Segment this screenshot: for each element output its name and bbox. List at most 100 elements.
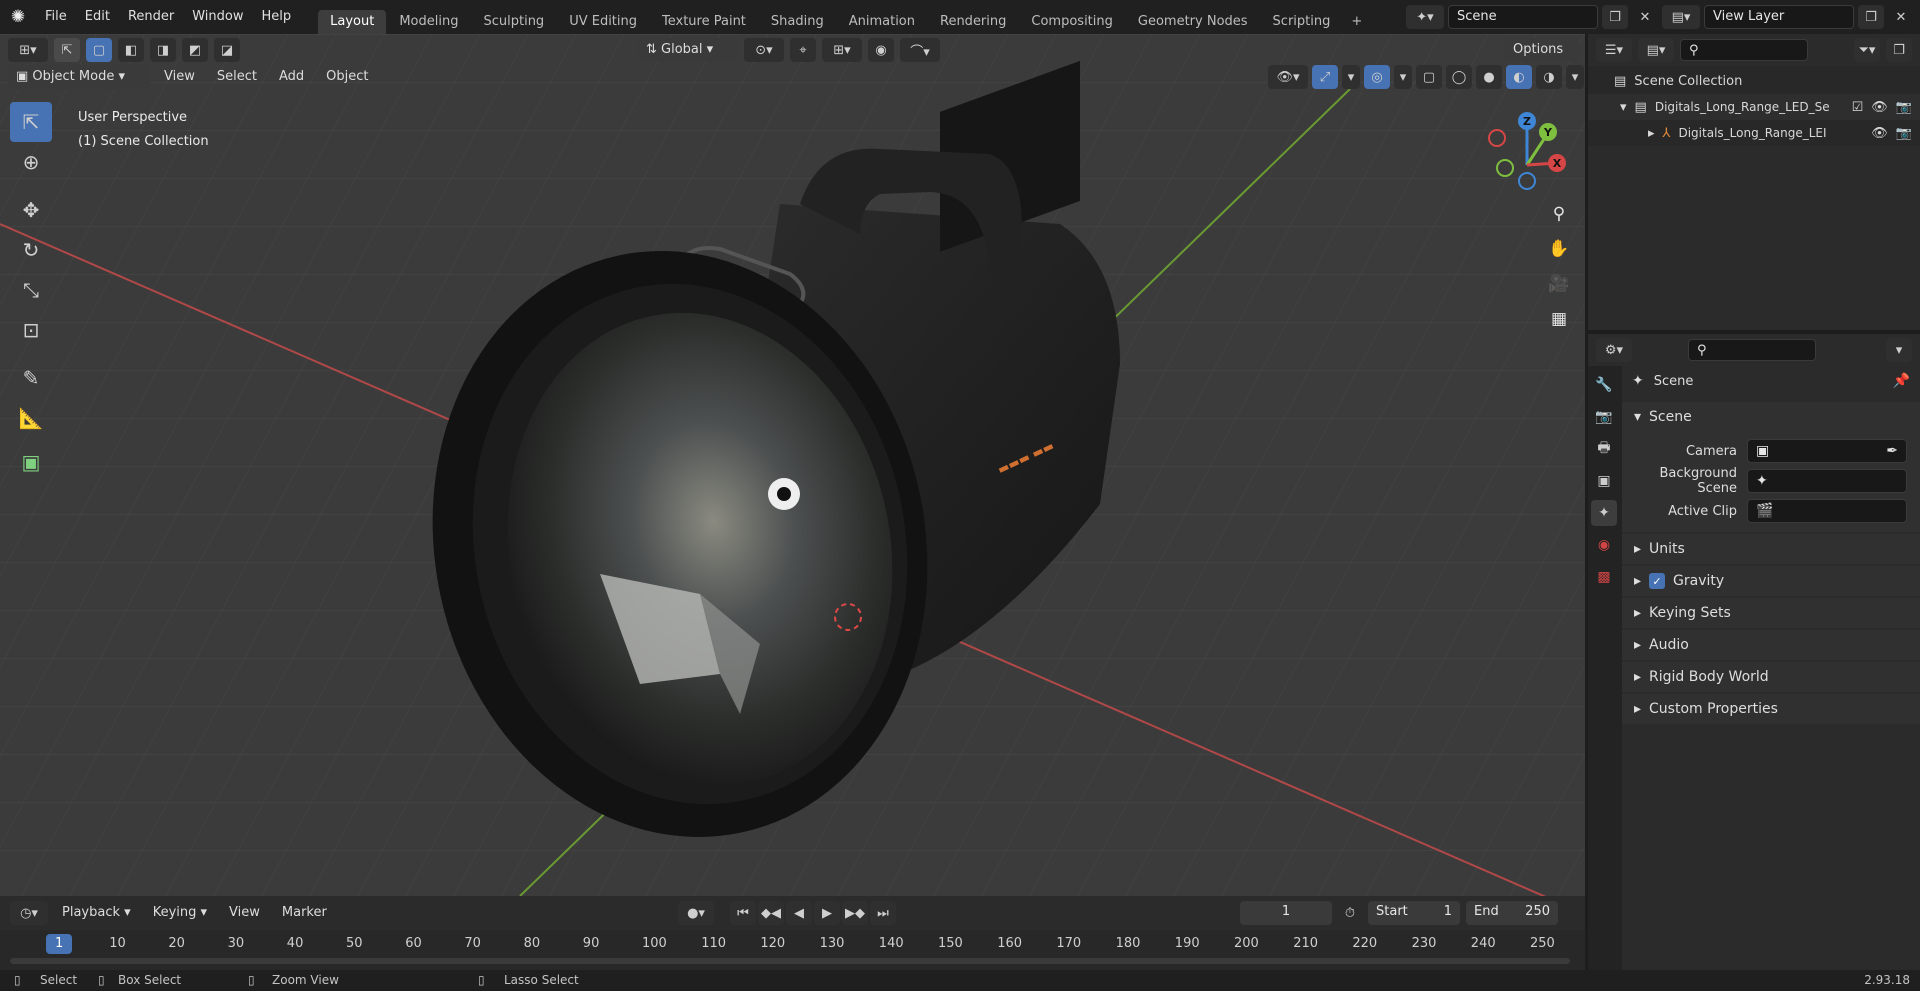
scene-name-field[interactable]: Scene: [1448, 5, 1598, 29]
cursor-tool-icon[interactable]: ⊕: [10, 142, 52, 182]
record-icon[interactable]: ●▾: [678, 901, 714, 925]
tab-uv-editing[interactable]: UV Editing: [557, 10, 649, 34]
tab-geometry-nodes[interactable]: Geometry Nodes: [1126, 10, 1260, 34]
shading-dropdown-icon[interactable]: ▾: [1566, 65, 1584, 89]
gravity-checkbox[interactable]: ✓: [1649, 573, 1666, 589]
gizmo-dropdown-icon[interactable]: ▾: [1342, 65, 1360, 89]
add-menu[interactable]: Add: [271, 65, 312, 89]
measure-tool-icon[interactable]: 📐: [10, 398, 52, 438]
menu-render[interactable]: Render: [119, 0, 183, 34]
shading-solid-icon[interactable]: ●: [1476, 65, 1502, 89]
scale-tool-icon[interactable]: ⤡: [10, 270, 52, 310]
checkbox-icon[interactable]: ☑: [1852, 100, 1864, 115]
menu-window[interactable]: Window: [183, 0, 252, 34]
expand-arrow-icon[interactable]: ▾: [1620, 100, 1627, 115]
object-menu[interactable]: Object: [318, 65, 376, 89]
eyedropper-icon[interactable]: ✒: [1886, 440, 1898, 462]
output-tab-icon[interactable]: 🖶: [1591, 436, 1617, 462]
outliner-search-input[interactable]: ⚲: [1680, 39, 1808, 61]
select-mode-icon[interactable]: ⇱: [54, 38, 80, 62]
delete-view-layer-icon[interactable]: ✕: [1888, 5, 1914, 29]
menu-file[interactable]: File: [36, 0, 76, 34]
camera-icon[interactable]: 📷: [1896, 100, 1912, 115]
view-layer-selector-icon[interactable]: ▤▾: [1662, 5, 1700, 29]
next-keyframe-icon[interactable]: ▶◆: [842, 901, 868, 925]
outliner-editor-type-icon[interactable]: ☰▾: [1596, 38, 1632, 62]
menu-help[interactable]: Help: [253, 0, 301, 34]
selection-invert-icon[interactable]: ◩: [182, 38, 208, 62]
tool-tab-icon[interactable]: 🔧: [1591, 372, 1617, 398]
render-tab-icon[interactable]: 📷: [1591, 404, 1617, 430]
3d-viewport[interactable]: ▬▬▬ ▬▬: [0, 34, 1585, 896]
gravity-panel-header[interactable]: ▸ ✓ Gravity: [1622, 566, 1920, 596]
overlays-toggle-icon[interactable]: ◎: [1364, 65, 1390, 89]
gizmo-toggle-icon[interactable]: ⤢: [1312, 65, 1338, 89]
audio-panel-header[interactable]: ▸ Audio: [1622, 630, 1920, 660]
blender-logo-icon[interactable]: ✺: [0, 7, 36, 27]
snap-target-icon[interactable]: ⊞▾: [822, 38, 862, 62]
scene-section-header[interactable]: ▾ Scene: [1622, 402, 1920, 432]
end-frame-field[interactable]: End 250: [1466, 901, 1558, 925]
add-workspace-button[interactable]: +: [1343, 10, 1370, 34]
tab-scripting[interactable]: Scripting: [1261, 10, 1343, 34]
timeline-scrollbar[interactable]: [10, 958, 1570, 964]
transform-tool-icon[interactable]: ⊡: [10, 310, 52, 350]
tab-layout[interactable]: Layout: [318, 10, 387, 34]
selection-subtract-icon[interactable]: ◨: [150, 38, 176, 62]
tab-rendering[interactable]: Rendering: [928, 10, 1018, 34]
editor-type-icon[interactable]: ⊞▾: [8, 38, 48, 62]
rigid-body-panel-header[interactable]: ▸ Rigid Body World: [1622, 662, 1920, 692]
keying-sets-panel-header[interactable]: ▸ Keying Sets: [1622, 598, 1920, 628]
pan-hand-icon[interactable]: ✋: [1542, 232, 1576, 266]
active-clip-field[interactable]: 🎬: [1747, 499, 1907, 523]
scene-collection-row[interactable]: ▤ Scene Collection: [1588, 68, 1920, 94]
selection-intersect-icon[interactable]: ◪: [214, 38, 240, 62]
tab-shading[interactable]: Shading: [759, 10, 836, 34]
move-tool-icon[interactable]: ✥: [10, 190, 52, 230]
snap-icon[interactable]: ⌖: [790, 38, 816, 62]
timeline-view-menu[interactable]: View: [221, 901, 268, 925]
visibility-icon[interactable]: 👁▾: [1268, 65, 1308, 89]
delete-scene-icon[interactable]: ✕: [1632, 5, 1658, 29]
play-icon[interactable]: ▶: [814, 901, 840, 925]
prev-keyframe-icon[interactable]: ◆◀: [758, 901, 784, 925]
properties-editor-type-icon[interactable]: ⚙▾: [1596, 338, 1632, 362]
scene-tab-icon[interactable]: ✦: [1591, 500, 1617, 526]
background-scene-field[interactable]: ✦: [1747, 469, 1907, 493]
view-menu[interactable]: View: [156, 65, 203, 89]
frame-ruler[interactable]: 1 10 20 30 40 50 60 70 80 90 100 110 120 130 140 150 160…: [0, 930, 1585, 970]
expand-arrow-icon[interactable]: ▸: [1648, 126, 1655, 141]
select-box-tool-icon[interactable]: ⇱: [10, 102, 52, 142]
options-button[interactable]: Options ▾: [1505, 38, 1579, 81]
camera-view-icon[interactable]: 🎥: [1542, 267, 1576, 301]
new-collection-icon[interactable]: ❐: [1886, 38, 1912, 62]
eye-icon[interactable]: 👁: [1871, 100, 1888, 115]
pivot-point-icon[interactable]: ⊙▾: [744, 38, 784, 62]
add-cube-tool-icon[interactable]: ▣: [10, 442, 52, 482]
pin-icon[interactable]: 📌: [1893, 373, 1910, 389]
start-frame-field[interactable]: Start 1: [1368, 901, 1460, 925]
tab-animation[interactable]: Animation: [837, 10, 927, 34]
select-menu[interactable]: Select: [209, 65, 265, 89]
xray-icon[interactable]: ▢: [1416, 65, 1442, 89]
tab-texture-paint[interactable]: Texture Paint: [650, 10, 758, 34]
filter-icon[interactable]: ⏷▾: [1854, 38, 1880, 62]
units-panel-header[interactable]: ▸ Units: [1622, 534, 1920, 564]
annotate-tool-icon[interactable]: ✎: [10, 358, 52, 398]
timeline-editor-type-icon[interactable]: ◷▾: [10, 901, 48, 925]
playback-menu[interactable]: Playback ▾: [54, 901, 139, 925]
menu-edit[interactable]: Edit: [76, 0, 119, 34]
new-scene-icon[interactable]: ❐: [1602, 5, 1628, 29]
jump-end-icon[interactable]: ⏭: [870, 901, 896, 925]
keying-menu[interactable]: Keying ▾: [145, 901, 215, 925]
transform-orientation-dropdown[interactable]: ⇅ Global ▾: [638, 38, 738, 62]
outliner-row-collection[interactable]: ▾ ▤ Digitals_Long_Range_LED_Se ☑ 👁 📷: [1588, 94, 1920, 120]
texture-tab-icon[interactable]: ▩: [1591, 564, 1617, 590]
shading-wireframe-icon[interactable]: ◯: [1446, 65, 1472, 89]
new-view-layer-icon[interactable]: ❐: [1858, 5, 1884, 29]
camera-icon[interactable]: 📷: [1896, 126, 1912, 141]
proportional-falloff-icon[interactable]: ⌒▾: [900, 38, 940, 62]
zoom-icon[interactable]: ⚲: [1542, 197, 1576, 231]
properties-options-icon[interactable]: ▾: [1886, 338, 1912, 362]
custom-properties-panel-header[interactable]: ▸ Custom Properties: [1622, 694, 1920, 724]
